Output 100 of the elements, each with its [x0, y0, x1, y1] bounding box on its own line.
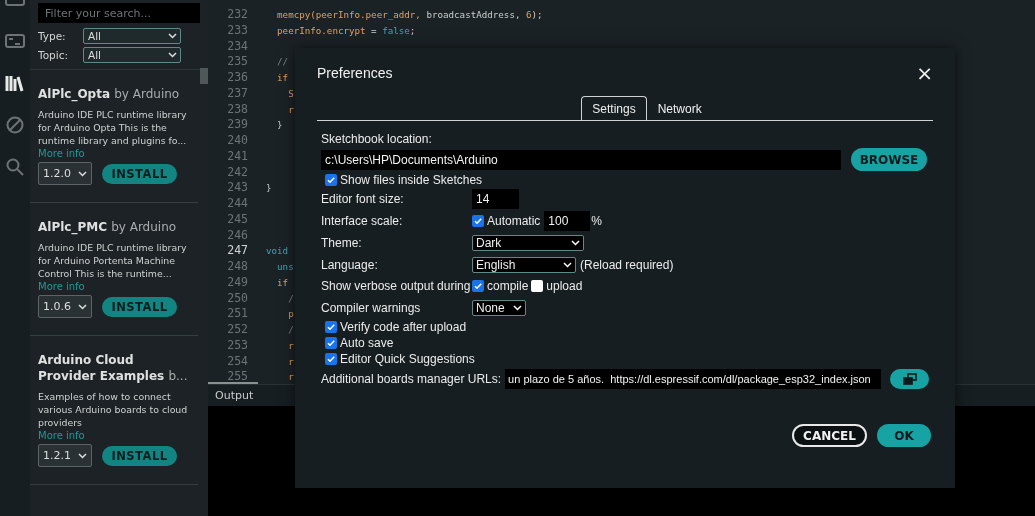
- line-number: 235: [226, 54, 248, 70]
- filter-label: Type:: [38, 30, 67, 42]
- checkbox-label: Auto save: [340, 336, 394, 350]
- line-number: 247: [226, 243, 248, 259]
- checkbox-label: compile: [487, 279, 529, 293]
- checkbox[interactable]: [472, 280, 484, 292]
- line-number: 246: [226, 227, 248, 244]
- line-number: 255: [226, 369, 248, 384]
- windows-icon: [902, 372, 917, 385]
- chevron-icon: [571, 240, 580, 246]
- line-number: 242: [226, 164, 248, 181]
- line-number: 245: [226, 211, 248, 228]
- filter-label: Topic:: [38, 49, 69, 61]
- output-tab[interactable]: Output: [215, 389, 254, 402]
- install-button[interactable]: INSTALL: [102, 296, 177, 317]
- code-line: void: [266, 244, 289, 259]
- library-title: Arduino Cloud Provider Examples b...: [38, 352, 189, 384]
- note-label: (Reload required): [580, 257, 674, 272]
- filter-dropdown[interactable]: All: [83, 28, 181, 44]
- line-number: 234: [226, 38, 248, 55]
- warnings-dropdown[interactable]: None: [472, 300, 526, 316]
- sketchbook-field[interactable]: c:\Users\HP\Documents\Arduino: [321, 149, 841, 170]
- field-label: Show verbose output during: [321, 279, 472, 293]
- code-line: r: [287, 338, 294, 353]
- field-label: Theme:: [321, 236, 363, 250]
- code-line: uns: [276, 260, 294, 274]
- line-number: 252: [226, 322, 248, 338]
- checkbox[interactable]: [325, 353, 337, 365]
- library-description: Arduino IDE PLC runtime library for Arduino Opta This is the runtime library and plugins fo...: [38, 108, 188, 147]
- terminal-icon[interactable]: [5, 34, 25, 48]
- scrollbar-thumb[interactable]: [200, 68, 208, 84]
- board-urls-field[interactable]: un plazo de 5 años. https://dl.espressif.com/dl/package_esp32_index.json: [505, 368, 882, 389]
- line-number: 237: [226, 85, 248, 102]
- checkbox[interactable]: [325, 174, 337, 186]
- code-line: peerInfo.encrypt = false;: [276, 23, 416, 38]
- code-line: r: [287, 354, 294, 369]
- checkbox[interactable]: [325, 337, 337, 349]
- line-number: 238: [226, 101, 248, 118]
- version-dropdown[interactable]: 1.2.1: [38, 444, 92, 467]
- chevron-icon: [78, 170, 87, 177]
- field-label: Language:: [321, 257, 379, 272]
- library-description: Arduino IDE PLC runtime library for Arduino Portenta Machine Control This is the runtime...: [38, 241, 188, 280]
- ok-button[interactable]: OK: [877, 424, 931, 447]
- code-line: //: [276, 55, 289, 70]
- code-line: r: [287, 370, 294, 384]
- no-entry-icon[interactable]: [6, 116, 24, 134]
- code-line: if: [276, 71, 289, 85]
- checkbox-label: Editor Quick Suggestions: [340, 352, 475, 366]
- more-info-link[interactable]: More info: [38, 147, 194, 160]
- chevron-icon: [78, 303, 87, 310]
- code-line: }: [266, 181, 272, 196]
- chevron-icon: [513, 305, 522, 311]
- checkbox-label: Verify code after upload: [340, 320, 467, 334]
- install-button[interactable]: INSTALL: [102, 163, 177, 184]
- library-title: AlPlc_Opta by Arduino: [38, 86, 181, 102]
- open-window-button[interactable]: [890, 368, 929, 389]
- font-size-field[interactable]: 14: [472, 189, 519, 209]
- code-line: memcpy(peerInfo.peer_addr, broadcastAddress, 6);: [276, 8, 543, 22]
- cancel-button[interactable]: CANCEL: [792, 424, 867, 447]
- books-icon[interactable]: [5, 73, 25, 93]
- close-button[interactable]: ×: [916, 66, 933, 80]
- code-line: p: [287, 307, 294, 322]
- code-line: /: [287, 323, 294, 337]
- tab[interactable]: Settings: [581, 96, 647, 120]
- checkbox[interactable]: [325, 321, 337, 333]
- more-info-link[interactable]: More info: [38, 429, 194, 442]
- install-button[interactable]: INSTALL: [102, 445, 177, 466]
- line-number: 232: [226, 7, 248, 23]
- more-info-link[interactable]: More info: [38, 280, 194, 293]
- line-number: 254: [226, 353, 248, 370]
- field-label: Additional boards manager URLs:: [321, 371, 502, 386]
- version-dropdown[interactable]: 1.2.0: [38, 162, 92, 185]
- line-number: 243: [226, 180, 248, 196]
- version-dropdown[interactable]: 1.0.6: [38, 295, 92, 318]
- code-line: S: [287, 86, 294, 101]
- search-field[interactable]: Filter your search...: [38, 3, 200, 23]
- line-number: 253: [226, 337, 248, 354]
- field-label: Compiler warnings: [321, 301, 422, 315]
- library-description: Examples of how to connect various Arduino boards to cloud providers: [38, 390, 189, 429]
- line-number: 239: [226, 117, 248, 133]
- line-number: 233: [226, 22, 248, 39]
- scale-field[interactable]: 100: [544, 211, 591, 231]
- line-number: 244: [226, 196, 248, 212]
- browse-button[interactable]: BROWSE: [851, 148, 927, 171]
- line-number: 250: [226, 290, 248, 307]
- filter-dropdown[interactable]: All: [83, 47, 181, 63]
- chevron-icon: [168, 52, 177, 58]
- checkbox-label: upload: [546, 279, 583, 293]
- unit-label: %: [591, 214, 603, 228]
- checkbox-label: Show files inside Sketches: [340, 173, 483, 187]
- checkbox[interactable]: [472, 215, 484, 227]
- code-line: if: [276, 275, 289, 290]
- library-title: AlPlc_PMC by Arduino: [38, 219, 178, 235]
- line-number: 241: [226, 148, 248, 165]
- theme-dropdown[interactable]: Dark: [472, 235, 584, 251]
- search-icon[interactable]: [6, 158, 24, 176]
- language-dropdown[interactable]: English: [472, 256, 576, 273]
- chevron-icon: [78, 452, 87, 459]
- checkbox[interactable]: [531, 280, 544, 292]
- code-line: r: [287, 102, 294, 117]
